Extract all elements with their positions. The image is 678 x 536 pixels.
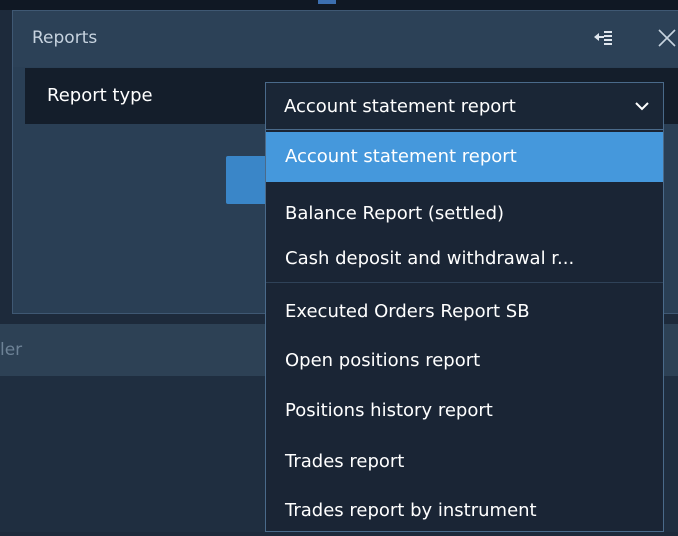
dropdown-option[interactable]: Open positions report (266, 336, 663, 386)
top-accent (318, 0, 336, 4)
dropdown-option[interactable]: Trades report by instrument (266, 486, 663, 536)
chevron-down-icon (635, 102, 649, 111)
dropdown-option[interactable]: Executed Orders Report SB (266, 287, 663, 337)
close-icon[interactable] (656, 27, 678, 49)
report-type-select-value: Account statement report (284, 96, 516, 117)
dropdown-option[interactable]: Trades report (266, 437, 663, 487)
dropdown-option[interactable]: Account statement report (266, 132, 663, 182)
dropdown-option[interactable]: Cash deposit and withdrawal r... (266, 234, 663, 284)
dropdown-option[interactable]: Positions history report (266, 386, 663, 436)
report-type-dropdown: Account statement report Balance Report … (265, 130, 664, 532)
window-title: Reports (32, 28, 98, 48)
dropdown-divider (266, 282, 663, 283)
report-type-label: Report type (47, 85, 153, 106)
generate-button[interactable] (226, 156, 268, 204)
report-type-select[interactable]: Account statement report (265, 82, 664, 130)
window-titlebar: Reports (13, 11, 678, 67)
background-panel-title: ler (0, 340, 23, 360)
dropdown-option[interactable]: Balance Report (settled) (266, 189, 663, 239)
top-strip (0, 0, 678, 10)
pin-panel-icon[interactable] (593, 28, 613, 48)
